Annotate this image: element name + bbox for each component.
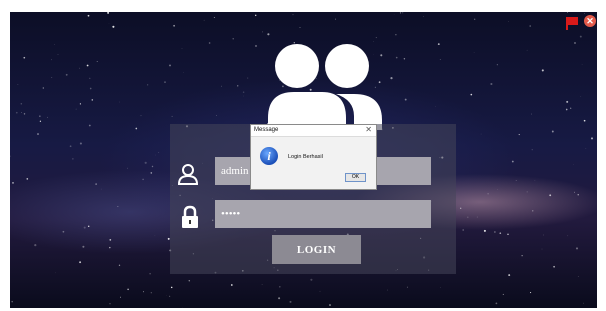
info-icon: i (260, 147, 278, 165)
login-button[interactable]: LOGIN (272, 235, 361, 264)
dialog-close-icon[interactable]: ✕ (365, 125, 372, 134)
user-icon (177, 164, 199, 185)
dialog-message: Login Berhasil (288, 154, 323, 160)
close-icon[interactable]: ✕ (584, 15, 596, 27)
ok-button[interactable]: OK (345, 173, 366, 182)
message-dialog: Message ✕ i Login Berhasil OK (250, 124, 377, 190)
lock-icon (182, 205, 198, 228)
dialog-title: Message (254, 127, 279, 133)
app-screen: ✕ LOGIN Message ✕ i Login Berhasil OK (10, 12, 597, 308)
flag-icon[interactable] (566, 17, 578, 30)
dialog-titlebar[interactable]: Message ✕ (251, 125, 376, 137)
password-field[interactable] (215, 200, 431, 228)
users-logo-icon (268, 44, 382, 130)
